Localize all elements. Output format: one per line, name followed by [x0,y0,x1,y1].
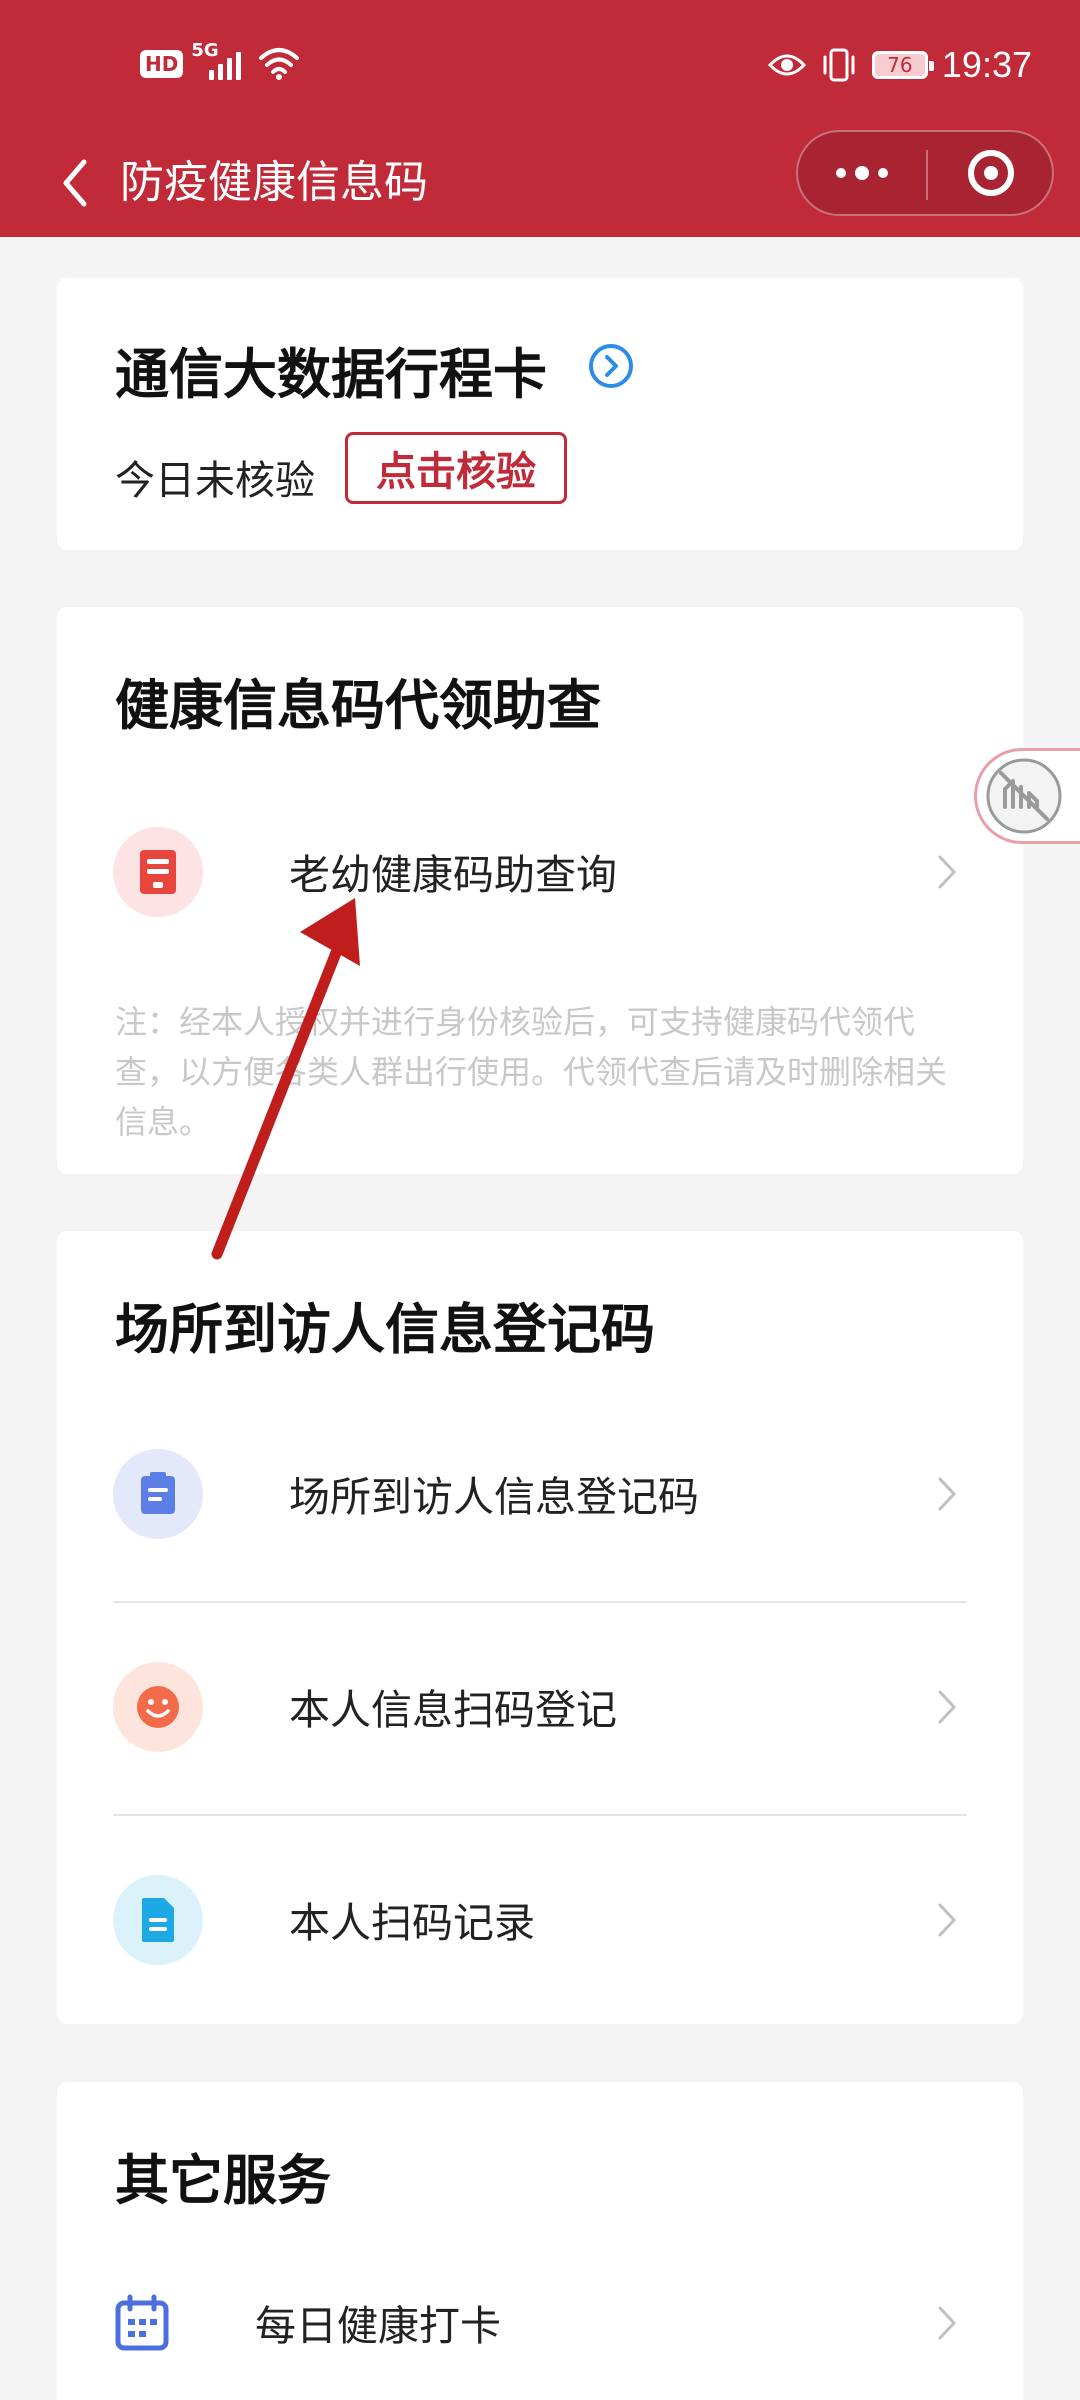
capsule-menu [796,130,1054,216]
list-item-venue-code[interactable]: 场所到访人信息登记码 [113,1439,967,1549]
other-services-title: 其它服务 [115,2149,331,2212]
list-item-label: 本人信息扫码登记 [289,1686,617,1734]
list-item-label: 场所到访人信息登记码 [289,1473,699,1521]
signal-icon: 5G [191,40,249,84]
list-item-label: 每日健康打卡 [255,2302,501,2350]
page-title: 防疫健康信息码 [120,157,428,208]
clipboard-icon [113,1449,203,1539]
divider [113,1601,967,1603]
list-item-elderly-child-query[interactable]: 老幼健康码助查询 [113,817,967,927]
list-item-label: 本人扫码记录 [289,1899,535,1947]
chevron-right-icon [927,1895,967,1945]
vibrate-icon [823,48,855,82]
divider [113,1814,967,1816]
chevron-right-icon [927,847,967,897]
chevron-circle-icon[interactable] [587,342,635,390]
nav-bar: 防疫健康信息码 [0,130,1080,237]
clock: 19:37 [941,44,1032,85]
travel-card-title-text: 通信大数据行程卡 [115,343,547,406]
wifi-icon [259,48,300,80]
list-item-scan-records[interactable]: 本人扫码记录 [113,1865,967,1975]
back-arrow-icon [63,159,87,207]
mute-icon [986,758,1062,834]
proxy-card-title: 健康信息码代领助查 [115,674,601,737]
more-button[interactable] [798,132,926,214]
list-item-self-scan-register[interactable]: 本人信息扫码登记 [113,1652,967,1762]
venue-card-title: 场所到访人信息登记码 [115,1298,655,1361]
calendar-icon [107,2278,177,2368]
file-icon [113,1875,203,1965]
status-left: HD 5G [140,40,301,84]
smiley-icon [113,1662,203,1752]
list-item-label: 老幼健康码助查询 [289,851,617,899]
more-dots-icon [836,168,846,178]
travel-card: 通信大数据行程卡 今日未核验 点击核验 [57,278,1023,550]
document-icon [113,827,203,917]
status-right: 76 19:37 [767,44,1032,86]
verify-status: 今日未核验 [115,458,315,504]
status-bar: HD 5G 76 19:37 [0,0,1080,130]
proxy-card: 健康信息码代领助查 老幼健康码助查询 注：经本人授权并进行身份核验后，可支持健康… [57,607,1023,1174]
back-button[interactable] [40,148,110,218]
target-close-icon [968,150,1014,196]
eye-icon [767,54,806,76]
app-header: HD 5G 76 19:37 防疫健康信息码 [0,0,1080,237]
verify-button[interactable]: 点击核验 [345,432,567,504]
travel-card-title[interactable]: 通信大数据行程卡 [115,330,547,409]
chevron-right-icon [927,1682,967,1732]
chevron-right-icon [927,1469,967,1519]
list-item-daily-checkin[interactable]: 每日健康打卡 [113,2268,967,2378]
battery-level: 76 [887,53,913,77]
other-services-card: 其它服务 每日健康打卡 [57,2082,1023,2400]
hd-badge: HD [140,50,184,78]
chevron-right-icon [927,2298,967,2348]
proxy-note: 注：经本人授权并进行身份核验后，可支持健康码代领代查，以方便各类人群出行使用。代… [115,1003,948,1141]
venue-card: 场所到访人信息登记码 场所到访人信息登记码 本人信息扫码登记 本人扫码记录 [57,1231,1023,2024]
close-miniprogram-button[interactable] [928,132,1054,214]
floating-mute-button[interactable] [974,748,1080,844]
battery-icon: 76 [871,51,934,79]
